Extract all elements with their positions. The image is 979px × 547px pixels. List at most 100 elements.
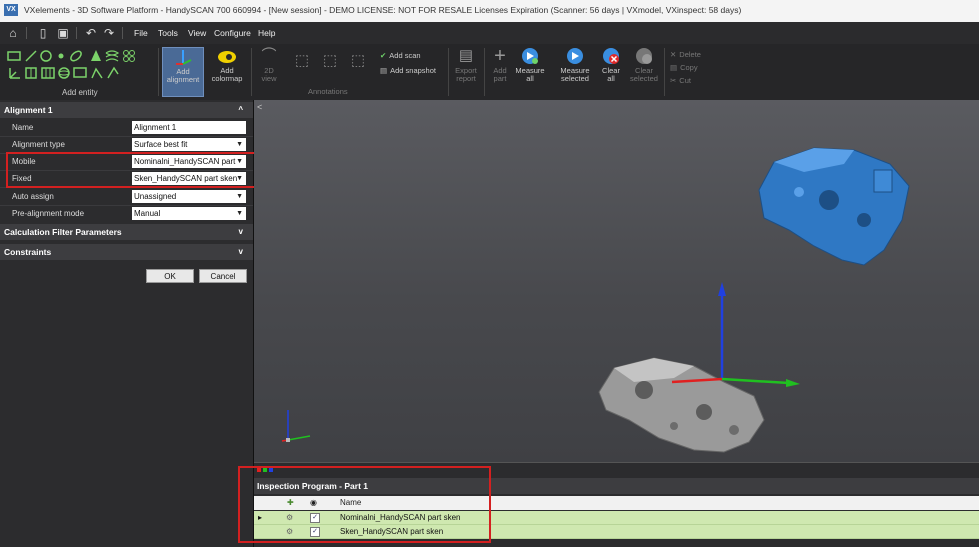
clear-selected-icon: [634, 47, 654, 65]
2d-view-button[interactable]: ⌒ 2D view: [255, 47, 283, 95]
copy-label: Copy: [680, 63, 698, 72]
undo-icon[interactable]: ↶: [84, 26, 98, 40]
add-scan-button[interactable]: ✔ Add scan: [380, 51, 421, 60]
add-scan-icon: ✔: [380, 51, 387, 60]
2d-view-label: 2D view: [261, 66, 277, 83]
add-circle-icon[interactable]: [40, 50, 52, 62]
add-slot-icon[interactable]: [69, 49, 83, 62]
ribbon-toolbar: Add entity Add alignment Add colormap ⌒ …: [0, 44, 979, 101]
separator: [76, 27, 77, 39]
measure-selected-button[interactable]: Measure selected: [555, 47, 595, 95]
name-label: Name: [12, 123, 34, 132]
calculation-filter-header[interactable]: Calculation Filter Parameters v: [0, 224, 253, 240]
window-title: VXelements - 3D Software Platform - Hand…: [24, 5, 742, 15]
plus-icon: +: [494, 45, 506, 67]
highlight-box-inspection-program: [238, 466, 491, 543]
add-cylinder-icon[interactable]: [25, 67, 37, 79]
cut-icon: ✂: [670, 76, 677, 85]
menu-tools[interactable]: Tools: [158, 28, 178, 38]
divider: [0, 136, 253, 137]
expand-icon[interactable]: v: [239, 244, 243, 260]
clear-all-label: Clear all: [602, 66, 620, 83]
copy-icon: ▤: [670, 63, 678, 72]
collapse-icon[interactable]: ^: [238, 102, 243, 118]
dropdown-arrow-icon: ▼: [236, 141, 243, 148]
add-entity-label[interactable]: Add entity: [62, 89, 98, 97]
report-icon: ▤: [458, 47, 474, 64]
clear-selected-button[interactable]: Clear selected: [627, 47, 661, 95]
add-cone-icon[interactable]: [91, 50, 101, 61]
alignment-section-title: Alignment 1: [4, 105, 53, 115]
pre-alignment-mode-select[interactable]: Manual ▼: [132, 207, 246, 220]
add-part-label: Add part: [493, 66, 507, 83]
measure-all-icon: [520, 47, 540, 65]
cut-label: Cut: [679, 76, 691, 85]
measure-all-button[interactable]: Measure all: [514, 47, 546, 95]
colormap-icon: [217, 47, 237, 65]
add-scan-label: Add scan: [389, 51, 421, 60]
alignment-section-header[interactable]: Alignment 1 ^: [0, 102, 253, 118]
separator: [122, 27, 123, 39]
constraints-header[interactable]: Constraints v: [0, 244, 253, 260]
expand-icon[interactable]: v: [239, 224, 243, 240]
3d-viewport[interactable]: <: [254, 100, 979, 462]
add-snapshot-button[interactable]: ▤ Add snapshot: [380, 66, 436, 75]
separator: [26, 27, 27, 39]
delete-icon: ✕: [670, 50, 677, 59]
alignment-type-select[interactable]: Surface best fit ▼: [132, 138, 246, 151]
alignment-type-value: Surface best fit: [134, 140, 188, 149]
annotation-2-button[interactable]: ⬚: [318, 52, 342, 72]
add-coordinate-system-icon[interactable]: [9, 68, 20, 79]
add-point-icon[interactable]: [58, 53, 64, 59]
cut-button[interactable]: ✂ Cut: [670, 76, 691, 85]
alignment-type-label: Alignment type: [12, 140, 65, 149]
scene-graphics: [281, 147, 910, 453]
home-icon[interactable]: ⌂: [6, 26, 20, 40]
add-line-icon[interactable]: [25, 50, 37, 62]
2d-view-icon: ⌒: [261, 47, 277, 64]
auto-assign-select[interactable]: Unassigned ▼: [132, 190, 246, 203]
snapshot-icon: ▤: [380, 66, 388, 75]
menu-file[interactable]: File: [134, 28, 148, 38]
menu-help[interactable]: Help: [258, 28, 275, 38]
divider: [0, 205, 253, 206]
measure-all-label: Measure all: [515, 66, 545, 83]
z-axis-arrowhead: [718, 282, 726, 296]
corner-y-axis: [287, 435, 311, 441]
clear-all-button[interactable]: Clear all: [598, 47, 624, 95]
title-bar: VX VXelements - 3D Software Platform - H…: [0, 0, 979, 23]
add-rectangle-icon[interactable]: [73, 67, 87, 78]
separator: [448, 48, 449, 96]
cancel-button[interactable]: Cancel: [199, 269, 247, 283]
add-polyline-icon[interactable]: [91, 67, 103, 79]
add-plane-icon[interactable]: [7, 51, 21, 61]
menu-bar: ⌂ ▯ ▣ ↶ ↷ File Tools View Configure Help: [0, 22, 979, 44]
name-field[interactable]: Alignment 1: [132, 121, 246, 134]
add-cross-section-icon[interactable]: [41, 67, 55, 79]
export-report-button[interactable]: ▤ Export report: [452, 47, 480, 95]
add-colormap-button[interactable]: Add colormap: [207, 47, 247, 95]
annotation-3-button[interactable]: ⬚: [346, 52, 370, 72]
y-axis-arrowhead: [786, 379, 800, 387]
annotation-1-button[interactable]: ⬚: [290, 52, 314, 72]
save-icon[interactable]: ▣: [56, 26, 70, 40]
clear-all-icon: [601, 47, 621, 65]
y-axis-line: [721, 377, 790, 385]
copy-button[interactable]: ▤ Copy: [670, 63, 698, 72]
add-sphere-icon[interactable]: [58, 67, 70, 79]
add-curve-icon[interactable]: [107, 66, 119, 79]
new-document-icon[interactable]: ▯: [36, 26, 50, 40]
calculation-filter-title: Calculation Filter Parameters: [4, 227, 122, 237]
add-pattern-icon[interactable]: [123, 50, 135, 62]
delete-button[interactable]: ✕ Delete: [670, 50, 701, 59]
add-surface-icon[interactable]: [105, 50, 120, 62]
gray-nominal-part[interactable]: [598, 357, 765, 453]
menu-view[interactable]: View: [188, 28, 206, 38]
add-alignment-button[interactable]: Add alignment: [162, 47, 204, 97]
highlight-box-mobile-fixed: [6, 152, 282, 188]
redo-icon[interactable]: ↷: [102, 26, 116, 40]
add-part-button[interactable]: + Add part: [488, 45, 512, 95]
blue-scanned-part[interactable]: [758, 147, 910, 266]
menu-configure[interactable]: Configure: [214, 28, 251, 38]
ok-button[interactable]: OK: [146, 269, 194, 283]
